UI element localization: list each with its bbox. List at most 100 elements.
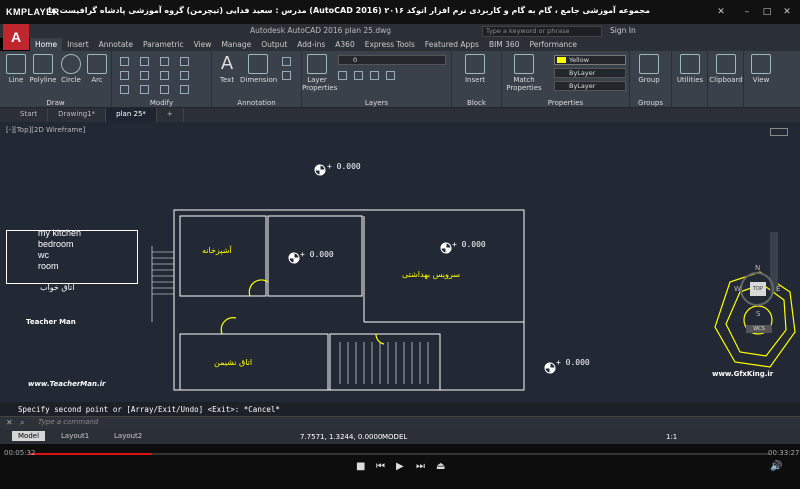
ribbon-tab-bim-360[interactable]: BIM 360: [484, 38, 525, 51]
modify-panel-label[interactable]: Modify: [112, 99, 211, 107]
ribbon-tab-insert[interactable]: Insert: [62, 38, 94, 51]
stop-icon[interactable]: ■: [356, 461, 365, 472]
ribbon-tab-featured-apps[interactable]: Featured Apps: [420, 38, 484, 51]
copy-icon[interactable]: [120, 71, 129, 80]
ribbon-tab-express-tools[interactable]: Express Tools: [360, 38, 420, 51]
ribbon-tab-home[interactable]: Home: [30, 38, 63, 51]
ribbon-tab-a360[interactable]: A360: [330, 38, 359, 51]
coordinate-readout[interactable]: 7.7571, 1.3244, 0.0000: [300, 433, 382, 441]
dimension-button[interactable]: Dimension: [240, 54, 277, 84]
insert-button[interactable]: Insert: [460, 54, 490, 84]
next-icon[interactable]: ⏭: [416, 461, 425, 472]
arc-button[interactable]: Arc: [86, 54, 108, 84]
close-icon[interactable]: ✕: [782, 7, 792, 17]
view-button[interactable]: View: [748, 54, 774, 84]
ribbon-panel: Line Polyline Circle Arc Draw Modify A Te…: [0, 51, 800, 108]
move-icon[interactable]: [120, 57, 129, 66]
viewport-maximize-icon[interactable]: [770, 128, 788, 136]
layers-panel-label[interactable]: Layers: [302, 99, 451, 107]
text-button[interactable]: A Text: [216, 54, 238, 85]
elevation-label: + 0.000: [327, 162, 361, 171]
trim-icon[interactable]: [160, 57, 169, 66]
search-input[interactable]: Type a keyword or phrase: [482, 26, 602, 37]
ribbon-tab-bar: Home Insert Annotate Parametric View Manage Ou…: [30, 38, 800, 51]
layout-tab-layout2[interactable]: Layout2: [108, 431, 148, 441]
ribbon-tab-output[interactable]: Output: [256, 38, 292, 51]
groups-panel: Group Groups: [630, 51, 672, 108]
sign-in-button[interactable]: Sign In: [610, 26, 636, 35]
layer-properties-button[interactable]: Layer Properties: [302, 54, 337, 92]
viewport-controls[interactable]: [-][Top][2D Wireframe]: [6, 126, 85, 134]
model-space-button[interactable]: MODEL: [382, 433, 407, 441]
viewcube-top[interactable]: TOP: [750, 282, 766, 296]
circle-button[interactable]: Circle: [60, 54, 82, 84]
line-button[interactable]: Line: [5, 54, 27, 84]
properties-panel-label[interactable]: Properties: [502, 99, 629, 107]
autocad-app-menu-button[interactable]: A: [3, 24, 29, 50]
layout-tab-layout1[interactable]: Layout1: [55, 431, 95, 441]
maximize-icon[interactable]: □: [762, 7, 772, 17]
annotation-panel-label[interactable]: Annotation: [212, 99, 301, 107]
watermark-teacherman: www.TeacherMan.ir: [28, 380, 106, 388]
clipboard-button[interactable]: Clipboard: [708, 54, 744, 84]
stretch-icon[interactable]: [120, 85, 129, 94]
pin-icon[interactable]: ✕: [716, 7, 726, 17]
ribbon-tab-annotate[interactable]: Annotate: [94, 38, 138, 51]
living-room-label: اتاق نشیمن: [214, 358, 253, 367]
match-properties-button[interactable]: Match Properties: [504, 54, 544, 92]
groups-panel-label[interactable]: Groups: [630, 99, 671, 107]
bathroom-label: سرویس بهداشتی: [402, 270, 461, 279]
ribbon-tab-parametric[interactable]: Parametric: [138, 38, 189, 51]
door-swing: [248, 279, 269, 297]
scale-icon[interactable]: [140, 85, 149, 94]
polyline-icon: [33, 54, 53, 74]
polyline-button[interactable]: Polyline: [28, 54, 58, 84]
erase-icon[interactable]: [180, 57, 189, 66]
linetype-dropdown[interactable]: ByLayer: [554, 68, 626, 78]
file-tab[interactable]: plan 25*: [106, 108, 157, 122]
layout-tab-model[interactable]: Model: [12, 431, 46, 441]
group-button[interactable]: Group: [634, 54, 664, 84]
room-list-fa: اتاق خواب: [40, 283, 75, 292]
block-panel-label[interactable]: Block: [452, 99, 501, 107]
search-icon[interactable]: ⌕: [20, 418, 24, 428]
drawing-canvas[interactable]: Teacher Man www.TeacherMan.ir www.GfxKin…: [0, 122, 800, 402]
array-icon[interactable]: [160, 85, 169, 94]
rotate-icon[interactable]: [140, 57, 149, 66]
annotation-scale[interactable]: 1:1: [666, 433, 677, 441]
volume-icon[interactable]: 🔊: [770, 461, 782, 472]
file-tab[interactable]: Start: [10, 108, 49, 122]
seek-progress: [30, 453, 153, 455]
wcs-button[interactable]: WCS: [746, 325, 772, 333]
layer-isolate-icon[interactable]: [354, 71, 363, 80]
offset-icon[interactable]: [180, 85, 189, 94]
ribbon-tab-manage[interactable]: Manage: [216, 38, 256, 51]
layer-dropdown[interactable]: 0: [338, 55, 446, 65]
match-properties-icon: [514, 54, 534, 74]
file-tab[interactable]: Drawing1*: [48, 108, 107, 122]
badge-name: Teacher Man: [26, 318, 76, 326]
utilities-button[interactable]: Utilities: [674, 54, 706, 84]
new-tab-button[interactable]: +: [157, 108, 184, 122]
layer-freeze-icon[interactable]: [370, 71, 379, 80]
command-line[interactable]: [0, 416, 800, 429]
color-dropdown[interactable]: Yellow: [554, 55, 626, 65]
layer-off-icon[interactable]: [338, 71, 347, 80]
command-input[interactable]: Type a command: [38, 418, 98, 426]
leader-icon[interactable]: [282, 57, 291, 66]
ribbon-tab-add-ins[interactable]: Add-ins: [292, 38, 330, 51]
explode-icon[interactable]: [180, 71, 189, 80]
eject-icon[interactable]: ⏏: [436, 461, 445, 472]
lineweight-dropdown[interactable]: ByLayer: [554, 81, 626, 91]
play-icon[interactable]: ▶: [396, 461, 404, 472]
minimize-icon[interactable]: –: [742, 7, 752, 17]
fillet-icon[interactable]: [160, 71, 169, 80]
draw-panel-label[interactable]: Draw: [0, 99, 111, 107]
ribbon-tab-performance[interactable]: Performance: [524, 38, 582, 51]
table-icon[interactable]: [282, 71, 291, 80]
ribbon-tab-view[interactable]: View: [189, 38, 217, 51]
previous-icon[interactable]: ⏮: [376, 461, 385, 472]
layer-lock-icon[interactable]: [386, 71, 395, 80]
close-icon[interactable]: ✕: [6, 418, 13, 427]
mirror-icon[interactable]: [140, 71, 149, 80]
